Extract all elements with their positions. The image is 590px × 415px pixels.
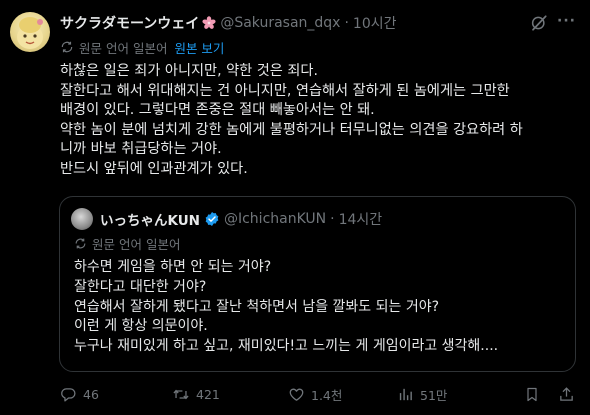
translation-label: 원문 언어 일본어 [79,40,168,56]
quoted-line: 누구나 재미있게 하고 싶고, 재미있다!고 느끼는 게 게임이라고 생각해..… [74,338,499,355]
share-icon [560,386,573,401]
bookmark-button[interactable] [524,384,546,404]
bookmark-icon [527,387,537,401]
tweet-line: 배경이 있다. 그렇다면 존중은 절대 빼놓아서는 안 돼. [60,102,375,119]
author-name[interactable]: サクラダモーンウェイ [60,13,199,33]
like-button[interactable]: 1.4천 [288,384,342,404]
show-original-link[interactable]: 원본 보기 [174,38,224,57]
retweet-button[interactable]: 421 [172,384,220,404]
tweet-line: 약한 놈이 분에 넘치게 강한 놈에게 불평하거나 터무니없는 의견을 강요하려… [60,121,523,138]
quoted-avatar[interactable] [71,208,93,230]
retweet-icon [173,389,189,399]
views-button[interactable]: 51만 [397,384,447,404]
grok-icon[interactable] [530,14,548,32]
views-count: 51만 [420,387,448,403]
tweet-line: 하찮은 일은 죄가 아니지만, 약한 것은 죄다. [60,63,318,79]
quoted-author-name[interactable]: いっちゃんKUN [100,209,200,229]
verified-badge-icon [205,212,219,226]
separator-dot: · [344,15,349,31]
quoted-header: いっちゃんKUN @IchichanKUN · 14시간 [100,209,382,229]
tweet-line: 잘한다고 해서 위대해지는 건 아니지만, 연습해서 잘하게 된 놈에게는 그만… [60,82,510,99]
quoted-line: 잘한다고 대단한 거야? [74,278,207,295]
reply-count: 46 [83,386,99,402]
quoted-line: 하수면 게임을 하면 안 되는 거야? [74,259,272,275]
translation-notice: 원문 언어 일본어 원본 보기 [60,38,224,56]
tweet-text: 하찮은 일은 죄가 아니지만, 약한 것은 죄다. 잘한다고 해서 위대해지는 … [60,62,578,180]
reply-button[interactable]: 46 [60,384,99,404]
author-handle[interactable]: @Sakurasan_dqx [220,15,340,31]
translate-icon [75,238,86,248]
retweet-count: 421 [196,386,220,402]
quoted-post-time[interactable]: 14시간 [339,209,383,229]
avatar[interactable] [10,12,50,52]
share-button[interactable] [558,384,581,404]
quoted-line: 이런 게 항상 의문이야. [74,318,208,335]
avatar-image [17,17,43,49]
views-icon [399,388,412,400]
like-count: 1.4천 [311,387,343,403]
tweet-line: 반드시 앞뒤에 인과관계가 있다. [60,160,248,177]
heart-icon [289,388,304,401]
quoted-line: 연습해서 잘하게 됐다고 잘난 척하면서 남을 깔봐도 되는 거야? [74,298,440,315]
post-time[interactable]: 10시간 [353,13,397,33]
reply-icon [61,387,76,402]
separator-dot: · [330,211,335,227]
quoted-text: 하수면 게임을 하면 안 되는 거야? 잘한다고 대단한 거야? 연습해서 잘하… [74,258,569,357]
tweet-header: サクラダモーンウェイ @Sakurasan_dqx · 10시간 [60,13,578,33]
quoted-author-handle[interactable]: @IchichanKUN [224,211,326,227]
translate-icon [61,41,73,53]
sakura-icon [202,16,216,29]
tweet-line: 니까 바보 취급당하는 거야. [60,141,222,158]
quoted-tweet[interactable]: いっちゃんKUN @IchichanKUN · 14시간 원문 언어 일본어 하… [59,196,576,372]
action-bar: 46 421 1.4천 51만 [60,384,578,404]
more-icon[interactable]: ··· [557,14,579,32]
quoted-translation-label: 원문 언어 일본어 [92,236,181,252]
quoted-translation-notice: 원문 언어 일본어 [74,235,181,252]
